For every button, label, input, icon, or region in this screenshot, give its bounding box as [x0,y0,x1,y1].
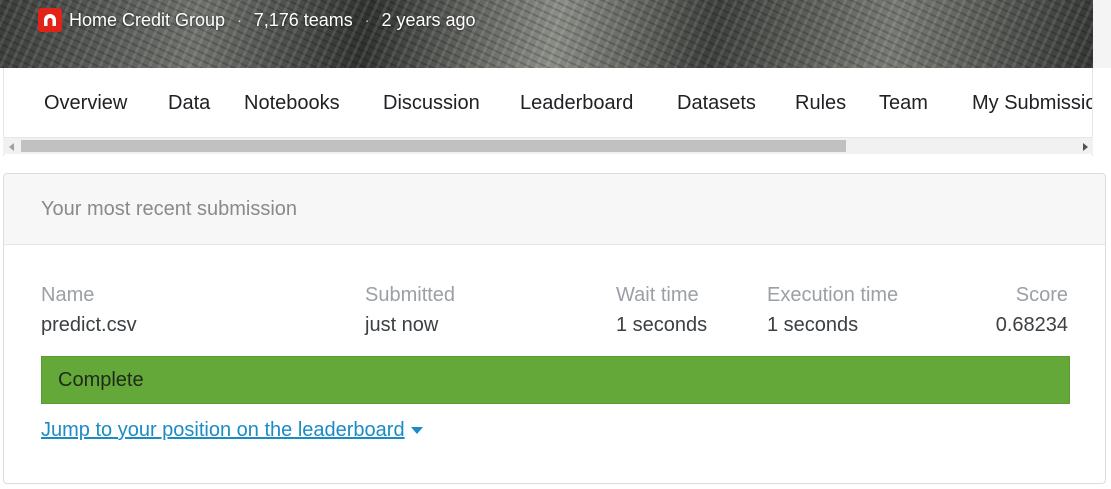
tab-overview[interactable]: Overview [44,88,127,118]
execution-time-value: 1 seconds [767,314,859,336]
tab-datasets[interactable]: Datasets [677,88,756,118]
submitted-value: just now [365,314,439,336]
submitted-label: Submitted [365,284,456,306]
tab-discussion[interactable]: Discussion [383,88,480,118]
home-credit-logo-icon[interactable] [38,8,62,32]
competition-meta: Home Credit Group · 7,176 teams · 2 year… [38,8,476,32]
meta-separator: · [237,12,242,28]
recent-submission-card: Your most recent submission Name Submitt… [3,173,1106,484]
submission-file-name: predict.csv [41,314,137,336]
tab-leaderboard[interactable]: Leaderboard [520,88,633,118]
jump-to-leaderboard-link[interactable]: Jump to your position on the leaderboard [41,419,423,442]
tab-data[interactable]: Data [168,88,210,118]
score-label: Score [1015,284,1068,306]
tab-rules[interactable]: Rules [795,88,846,118]
scroll-left-arrow-icon[interactable] [3,138,20,155]
tabs-horizontal-scrollbar[interactable] [3,137,1093,154]
team-count: 7,176 teams [253,9,353,30]
status-bar-complete: Complete [41,356,1070,404]
banner-edge [1093,0,1111,68]
competition-age: 2 years ago [381,9,476,30]
score-value: 0.68234 [995,314,1068,336]
jump-link-text[interactable]: Jump to your position on the leaderboard [41,419,405,442]
name-label: Name [41,284,95,306]
tab-notebooks[interactable]: Notebooks [244,88,340,118]
card-title: Your most recent submission [41,198,298,220]
wait-time-value: 1 seconds [616,314,708,336]
scroll-right-arrow-icon[interactable] [1076,138,1093,155]
meta-separator: · [364,12,370,28]
card-header: Your most recent submission [4,174,1105,245]
scrollbar-thumb[interactable] [21,140,846,152]
caret-down-icon[interactable] [410,427,423,434]
status-text: Complete [58,369,144,391]
execution-time-label: Execution time [767,284,899,306]
wait-time-label: Wait time [616,284,699,306]
host-name[interactable]: Home Credit Group [69,10,225,31]
tab-my-submissions[interactable]: My Submissions [972,88,1092,118]
tab-team[interactable]: Team [879,88,928,118]
